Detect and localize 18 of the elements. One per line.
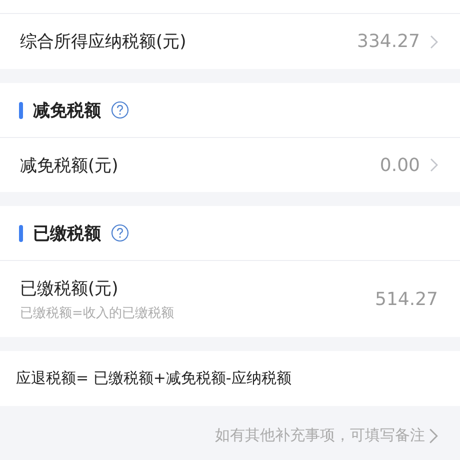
row-value: 334.27 [357, 31, 420, 52]
row-label: 减免税额(元) [20, 154, 120, 176]
row-label: 综合所得应纳税额(元) [20, 31, 188, 53]
chevron-right-icon [430, 34, 438, 48]
chevron-right-icon [430, 158, 438, 172]
remark-link[interactable]: 如有其他补充事项，可填写备注 [215, 426, 438, 445]
formula-text: 应退税额= 已缴税额+减免税额-应纳税额 [16, 369, 292, 388]
help-icon[interactable] [111, 224, 129, 242]
section-title: 已缴税额 [33, 222, 101, 244]
section-marker [19, 102, 23, 118]
section-title: 减免税额 [33, 100, 101, 122]
row-label: 已缴税额(元) [20, 278, 120, 300]
row-note: 已缴税额=收入的已缴税额 [20, 304, 175, 322]
row-value: 0.00 [380, 154, 420, 176]
row-value: 514.27 [375, 288, 438, 310]
chevron-right-icon [429, 428, 438, 444]
help-icon[interactable] [111, 101, 129, 119]
section-marker [19, 224, 23, 242]
